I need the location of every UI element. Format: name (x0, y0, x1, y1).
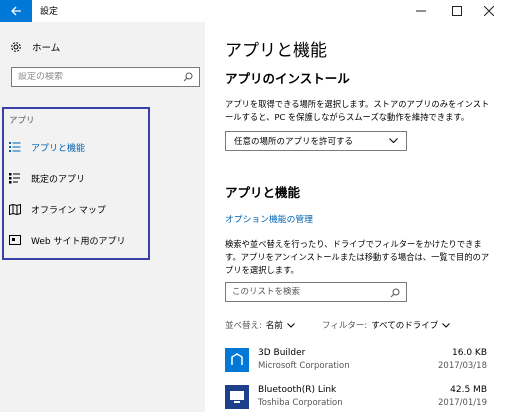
sidebar-item-label: 既定のアプリ (31, 174, 86, 185)
page-title: アプリと機能 (225, 41, 327, 61)
sidebar-item-web-apps[interactable]: Web サイト用のアプリ (9, 232, 125, 248)
sort-label: 並べ替え: (225, 321, 262, 331)
chevron-down-icon (442, 322, 451, 328)
sidebar-item-label: アプリと機能 (31, 143, 86, 154)
app-size: 42.5 MB (450, 385, 487, 395)
home-label: ホーム (32, 43, 61, 54)
sort-value: 名前 (265, 321, 283, 331)
sidebar: ホーム アプリ アプリと機能 既定のアプリ オフライン マップ Web サイト用… (0, 22, 205, 412)
settings-search-input[interactable] (18, 72, 183, 82)
apps-heading: アプリと機能 (225, 185, 301, 200)
list-item[interactable]: Bluetooth(R) Link Toshiba Corporation 42… (225, 383, 497, 412)
close-icon (484, 6, 494, 16)
sort-dropdown[interactable]: 並べ替え: 名前 (225, 319, 295, 331)
install-source-dropdown[interactable]: 任意の場所のアプリを許可する (225, 131, 407, 151)
offline-map-icon (9, 203, 21, 215)
filter-label: フィルター: (322, 321, 368, 331)
dropdown-value: 任意の場所のアプリを許可する (234, 137, 354, 147)
apps-list-icon (9, 141, 21, 153)
maximize-icon (452, 6, 462, 16)
app-name: 3D Builder (258, 348, 306, 358)
minimize-button[interactable] (404, 0, 438, 22)
gear-icon (11, 42, 21, 52)
web-apps-icon (9, 234, 21, 246)
install-description: アプリを取得できる場所を選択します。ストアのアプリのみをインストールすると、PC… (225, 99, 490, 122)
app-date: 2017/03/18 (438, 361, 487, 371)
chevron-down-icon (389, 138, 398, 144)
section-label: アプリ (9, 116, 35, 126)
filter-value: すべてのドライブ (371, 321, 439, 331)
back-arrow-icon (10, 6, 21, 16)
app-name: Bluetooth(R) Link (258, 385, 337, 395)
3d-builder-icon (225, 348, 249, 372)
default-apps-icon (9, 172, 21, 184)
chevron-down-icon (287, 322, 295, 328)
back-button[interactable] (0, 0, 32, 22)
minimize-icon (416, 10, 426, 12)
filter-dropdown[interactable]: フィルター: すべてのドライブ (322, 319, 451, 331)
app-list-search-input[interactable] (232, 287, 390, 297)
app-publisher: Toshiba Corporation (258, 398, 343, 408)
app-list-search (225, 282, 407, 302)
app-publisher: Microsoft Corporation (258, 361, 350, 371)
search-icon[interactable] (183, 72, 193, 82)
close-button[interactable] (472, 0, 506, 22)
title-bar: 設定 (0, 0, 506, 22)
window-title: 設定 (40, 7, 59, 17)
sidebar-item-offline-maps[interactable]: オフライン マップ (9, 201, 106, 217)
list-item[interactable]: 3D Builder Microsoft Corporation 16.0 KB… (225, 346, 497, 382)
home-link[interactable]: ホーム (10, 40, 60, 54)
sidebar-item-default-apps[interactable]: 既定のアプリ (9, 170, 85, 186)
apps-description: 検索や並べ替えを行ったり、ドライブでフィルターをかけたりできます。アプリをアンイ… (225, 239, 490, 275)
app-date: 2017/01/19 (438, 398, 487, 408)
main-content: アプリと機能 アプリのインストール アプリを取得できる場所を選択します。ストアの… (205, 22, 506, 412)
app-size: 16.0 KB (452, 348, 487, 358)
maximize-button[interactable] (440, 0, 474, 22)
sidebar-item-label: Web サイト用のアプリ (31, 236, 126, 247)
optional-features-link[interactable]: オプション機能の管理 (225, 212, 313, 225)
search-icon[interactable] (390, 283, 400, 302)
bluetooth-link-icon (225, 385, 249, 409)
sidebar-item-apps-features[interactable]: アプリと機能 (9, 139, 85, 155)
settings-search (11, 67, 200, 87)
install-heading: アプリのインストール (225, 71, 350, 86)
sidebar-item-label: オフライン マップ (31, 205, 106, 216)
